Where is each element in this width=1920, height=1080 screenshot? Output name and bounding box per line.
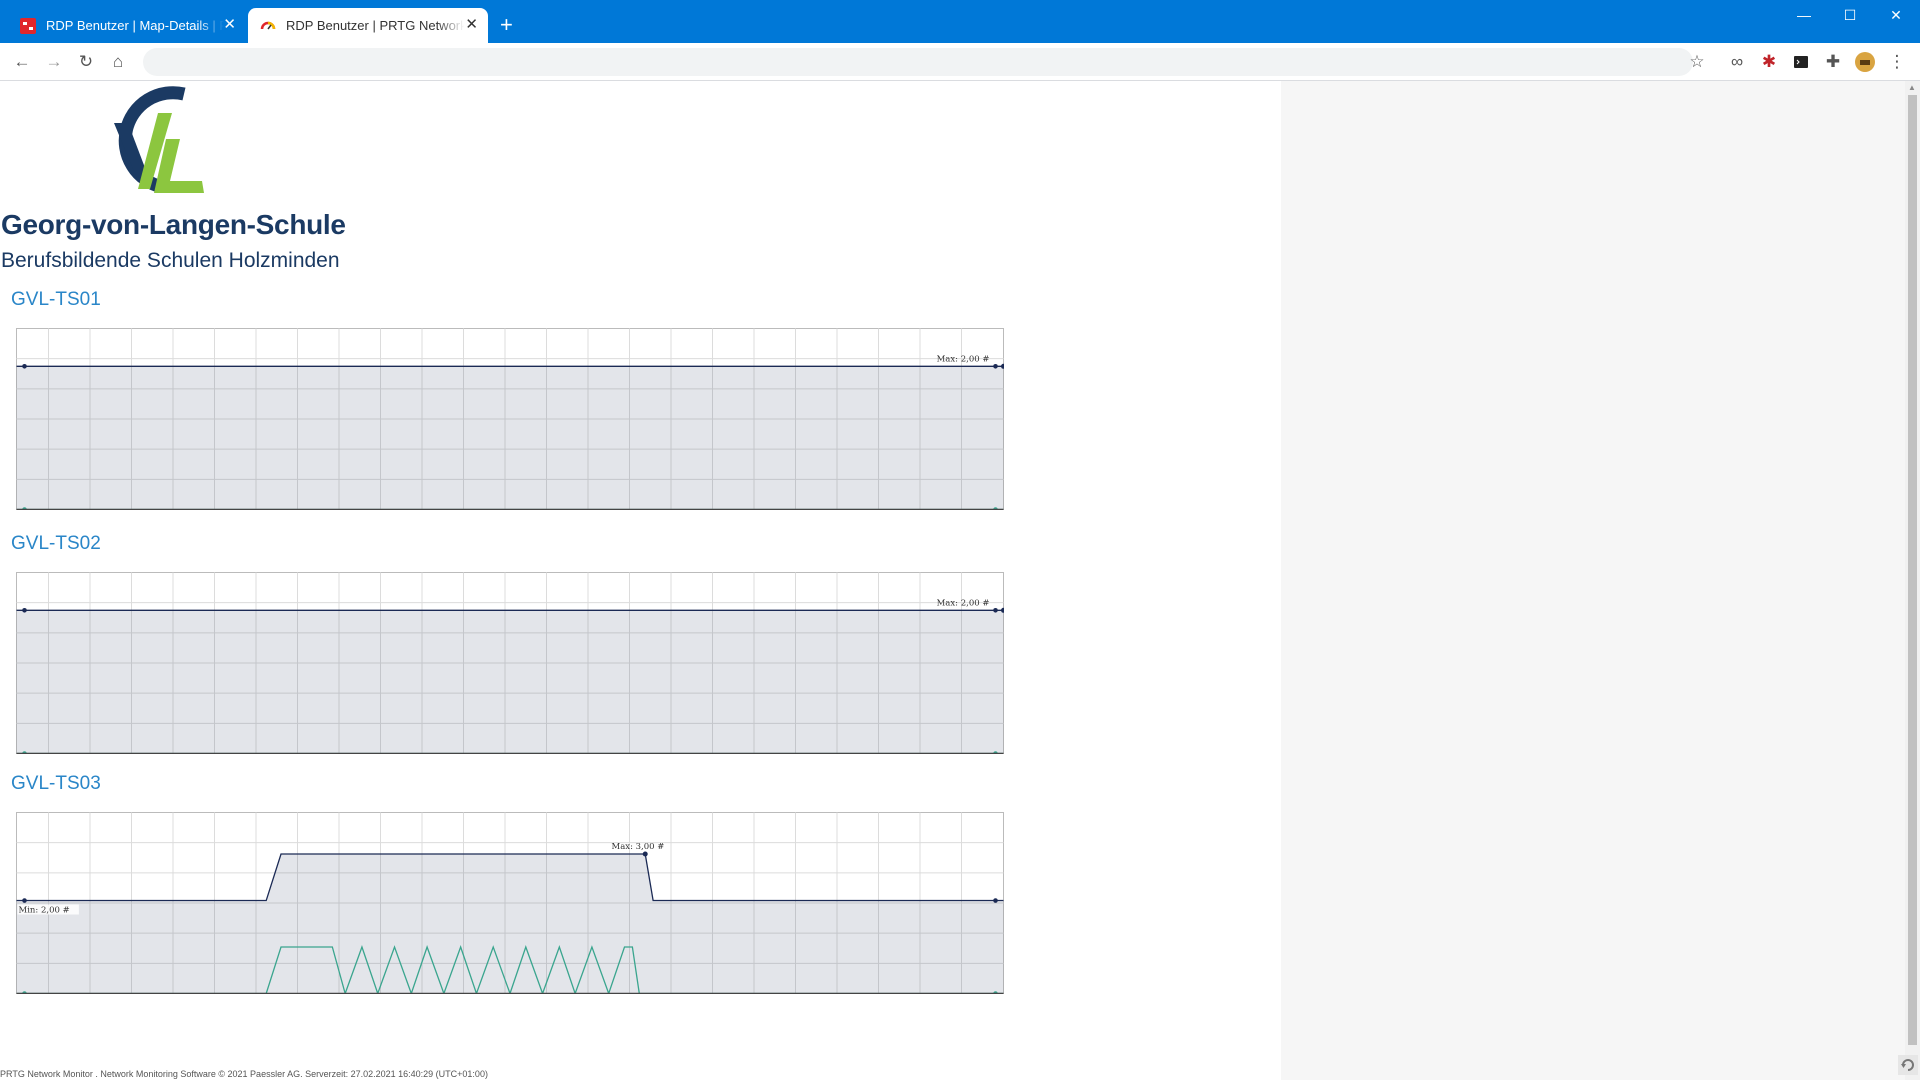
series-area-0 (16, 366, 1004, 510)
series-end-point-0 (993, 608, 998, 613)
maximize-button[interactable]: ☐ (1827, 0, 1873, 30)
school-name: Georg-von-Langen-Schule (1, 209, 346, 240)
annotation-label-0: Max: 2,00 # (937, 354, 990, 364)
prtg-gauge-favicon (260, 21, 276, 29)
bookmark-star-icon[interactable]: ☆ (1685, 50, 1709, 74)
forward-arrow-icon[interactable]: → (42, 50, 66, 74)
extension-terminal-icon[interactable] (1789, 50, 1813, 74)
map-page: Georg-von-Langen-Schule Berufsbildende S… (0, 81, 1281, 1080)
series-area-0 (16, 610, 1004, 754)
extensions-puzzle-icon[interactable]: ✚ (1821, 50, 1845, 74)
right-empty-pane (1281, 81, 1905, 1080)
minimize-button[interactable]: — (1781, 0, 1827, 30)
tab-title: RDP Benutzer | PRTG Network Monitor (286, 18, 464, 33)
series-end-point-0 (993, 898, 998, 903)
address-bar[interactable] (143, 48, 1693, 76)
series-end-point-0 (993, 364, 998, 369)
browser-tab-strip: RDP Benutzer | Map-Details | PRTG Networ… (0, 0, 1920, 43)
annotation-label-1: Min: 2,00 # (19, 906, 70, 916)
new-tab-button[interactable]: + (500, 11, 513, 39)
close-tab-icon[interactable]: ✕ (223, 16, 236, 34)
tab-rdp-benutzer[interactable]: RDP Benutzer | PRTG Network Monitor ✕ (248, 8, 488, 43)
tab-title: RDP Benutzer | Map-Details | PRTG Networ… (46, 18, 224, 33)
annotation-label-0: Max: 3,00 # (612, 842, 665, 852)
series-start-point-0 (22, 608, 27, 613)
sensor-title-ts01[interactable]: GVL-TS01 (11, 289, 101, 311)
close-window-button[interactable]: ✕ (1873, 0, 1919, 30)
refresh-corner-icon[interactable] (1898, 1055, 1918, 1075)
footer-text: PRTG Network Monitor . Network Monitorin… (0, 1069, 488, 1079)
scrollbar-thumb[interactable] (1908, 95, 1917, 1045)
extension-glasses-icon[interactable]: ∞ (1725, 50, 1749, 74)
chart-ts02[interactable]: Max: 2,00 # (16, 572, 1004, 754)
tab-map-details[interactable]: RDP Benutzer | Map-Details | PRTG Networ… (8, 8, 246, 43)
profile-avatar[interactable] (1853, 50, 1877, 74)
sensor-title-ts02[interactable]: GVL-TS02 (11, 533, 101, 555)
annotation-marker-0 (642, 851, 648, 857)
back-arrow-icon[interactable]: ← (10, 50, 34, 74)
reload-icon[interactable]: ↻ (74, 50, 98, 74)
close-tab-icon[interactable]: ✕ (465, 16, 478, 34)
chart-ts01[interactable]: Max: 2,00 # (16, 328, 1004, 510)
page-scrollbar[interactable]: ▲ ▼ (1905, 81, 1920, 1080)
series-start-point-0 (22, 898, 27, 903)
school-subtitle: Berufsbildende Schulen Holzminden (1, 249, 340, 272)
annotation-label-0: Max: 2,00 # (937, 598, 990, 608)
browser-menu-icon[interactable]: ⋮ (1885, 50, 1909, 74)
home-icon[interactable]: ⌂ (106, 50, 130, 74)
extension-bug-icon[interactable]: ✱ (1757, 50, 1781, 74)
school-logo (114, 86, 204, 193)
series-start-point-0 (22, 364, 27, 369)
prtg-favicon (20, 17, 36, 34)
browser-toolbar: ← → ↻ ⌂ ☆ ∞ ✱ ✚ ⋮ (0, 43, 1920, 81)
sensor-title-ts03[interactable]: GVL-TS03 (11, 773, 101, 795)
chart-ts03[interactable]: Max: 3,00 # Min: 2,00 # (16, 812, 1004, 994)
scroll-up-icon[interactable]: ▲ (1908, 83, 1916, 92)
